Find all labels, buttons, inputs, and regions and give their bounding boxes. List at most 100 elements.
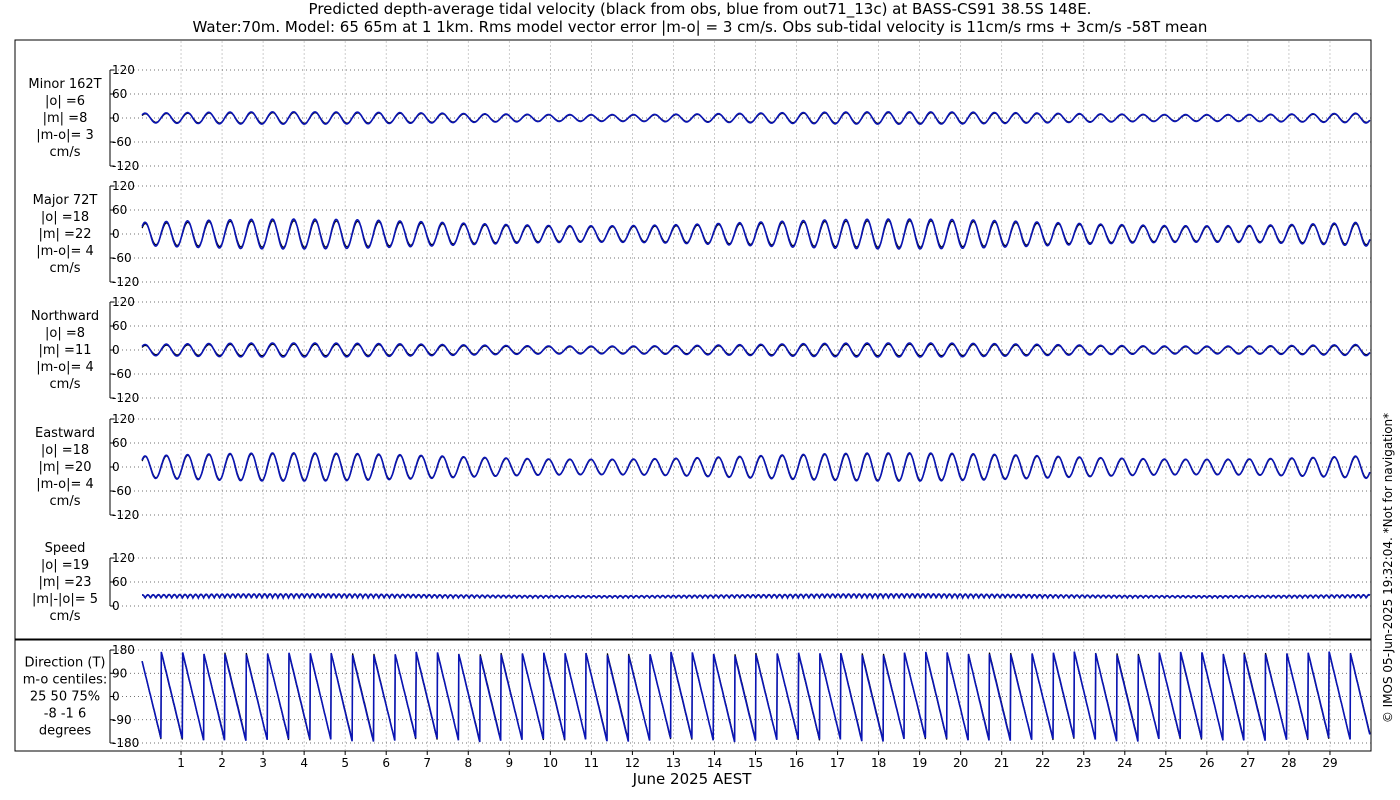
major-stat-label: |o| =18: [41, 210, 89, 225]
speed-stat-label: |m|-|o|= 5: [32, 592, 98, 607]
eastward-y-tick-label: 60: [112, 436, 127, 450]
northward-y-tick-label: 60: [112, 319, 127, 333]
x-tick-label: 6: [382, 756, 390, 770]
eastward-y-tick-label: 0: [112, 460, 120, 474]
direction-stat-label: -8 -1 6: [44, 707, 86, 722]
minor-y-tick-label: 60: [112, 87, 127, 101]
x-axis: 1 2 3 4 5 6 7 8 9 10 11 12 13 14 15 16 17 18 19 20 21 22 23 24 2…: [177, 751, 1338, 770]
minor-y-tick-label: -120: [112, 159, 139, 173]
major-stat-label: Major 72T: [33, 193, 98, 208]
x-tick-label: 28: [1281, 756, 1296, 770]
x-tick-label: 21: [994, 756, 1009, 770]
northward-stat-label: |m| =11: [39, 343, 92, 358]
x-tick-label: 2: [218, 756, 226, 770]
eastward-stat-label: |o| =18: [41, 443, 89, 458]
panel-eastward: 120 60 0 -60 -120 Eastward |o| =18 |m| =20 |m-o|…: [35, 412, 1371, 522]
x-tick-label: 1: [177, 756, 185, 770]
major-y-tick-label: -60: [112, 251, 132, 265]
minor-stat-label: Minor 162T: [28, 77, 101, 92]
direction-stat-label: degrees: [39, 724, 92, 739]
upper-panels-frame: [14, 39, 1372, 640]
northward-stat-label: Northward: [31, 309, 99, 324]
panel-speed: 120 60 0 Speed |o| =19 |m| =23 |m|-|o|= 5 cm/s: [32, 541, 1371, 624]
panel-direction: 180 90 0 -90 -180 Direction (T) m-o centiles: 2…: [23, 643, 1371, 750]
panel-major: 120 60 0 -60 -120 Major 72T |o| =18 |m| =22 |m-o…: [33, 179, 1371, 289]
x-tick-label: 12: [625, 756, 640, 770]
panels-layer: 120 60 0 -60 -120 Minor 162T |o| =6 |m| =8 |m-o|…: [23, 41, 1371, 750]
direction-stat-label: 25 50 75%: [30, 690, 100, 705]
x-tick-label: 15: [748, 756, 763, 770]
minor-stat-label: |m| =8: [43, 111, 88, 126]
x-tick-label: 29: [1322, 756, 1337, 770]
x-tick-label: 4: [300, 756, 308, 770]
speed-y-tick-label: 60: [112, 575, 127, 589]
copyright-notice: © IMOS 05-Jun-2025 19:32:04. *Not for na…: [1381, 413, 1395, 723]
figure-title-line-2: Water:70m. Model: 65 65m at 1 1km. Rms m…: [193, 18, 1208, 36]
x-tick-label: 14: [707, 756, 722, 770]
northward-stat-label: |m-o|= 4: [36, 360, 94, 375]
eastward-y-tick-label: -60: [112, 484, 132, 498]
direction-y-tick-label: 90: [112, 666, 127, 680]
x-tick-label: 10: [543, 756, 558, 770]
x-tick-label: 11: [584, 756, 599, 770]
direction-y-tick-label: 180: [112, 643, 135, 657]
major-stat-label: |m| =22: [39, 227, 92, 242]
eastward-stat-label: |m| =20: [39, 460, 92, 475]
x-tick-label: 13: [666, 756, 681, 770]
x-tick-label: 25: [1158, 756, 1173, 770]
major-y-tick-label: 60: [112, 203, 127, 217]
northward-y-tick-label: -60: [112, 367, 132, 381]
direction-stat-label: Direction (T): [25, 656, 106, 671]
direction-y-tick-label: -90: [112, 713, 132, 727]
speed-stat-label: |m| =23: [39, 575, 92, 590]
x-tick-label: 5: [341, 756, 349, 770]
eastward-stat-label: Eastward: [35, 426, 95, 441]
speed-y-tick-label: 120: [112, 551, 135, 565]
major-y-tick-label: -120: [112, 275, 139, 289]
minor-y-tick-label: 120: [112, 63, 135, 77]
northward-y-tick-label: -120: [112, 391, 139, 405]
eastward-y-tick-label: 120: [112, 412, 135, 426]
major-y-tick-label: 120: [112, 179, 135, 193]
minor-y-tick-label: -60: [112, 135, 132, 149]
major-y-tick-label: 0: [112, 227, 120, 241]
x-tick-label: 8: [464, 756, 472, 770]
panel-northward: 120 60 0 -60 -120 Northward |o| =8 |m| =11 |m-o|…: [31, 295, 1371, 405]
panel-minor: 120 60 0 -60 -120 Minor 162T |o| =6 |m| =8 |m-o|…: [28, 63, 1371, 173]
minor-y-tick-label: 0: [112, 111, 120, 125]
speed-stat-label: cm/s: [50, 609, 81, 624]
speed-model-series-line: [141, 593, 1371, 601]
northward-y-tick-label: 0: [112, 343, 120, 357]
x-tick-label: 9: [505, 756, 513, 770]
speed-stat-label: Speed: [45, 541, 86, 556]
x-tick-label: 24: [1117, 756, 1132, 770]
direction-stat-label: m-o centiles:: [23, 673, 108, 688]
northward-y-tick-label: 120: [112, 295, 135, 309]
x-tick-label: 20: [953, 756, 968, 770]
northward-stat-label: |o| =8: [45, 326, 85, 341]
tidal-velocity-figure: Predicted depth-average tidal velocity (…: [14, 0, 1395, 788]
x-tick-label: 23: [1076, 756, 1091, 770]
x-tick-label: 7: [423, 756, 431, 770]
x-tick-label: 19: [912, 756, 927, 770]
major-stat-label: |m-o|= 4: [36, 244, 94, 259]
eastward-stat-label: |m-o|= 4: [36, 477, 94, 492]
x-tick-label: 22: [1035, 756, 1050, 770]
x-tick-label: 27: [1240, 756, 1255, 770]
eastward-stat-label: cm/s: [50, 494, 81, 509]
northward-stat-label: cm/s: [50, 377, 81, 392]
direction-y-tick-label: -180: [112, 736, 139, 750]
direction-y-tick-label: 0: [112, 690, 120, 704]
x-tick-label: 3: [259, 756, 267, 770]
x-axis-label: June 2025 AEST: [632, 770, 753, 788]
major-stat-label: cm/s: [50, 261, 81, 276]
minor-stat-label: |o| =6: [45, 94, 85, 109]
eastward-y-tick-label: -120: [112, 508, 139, 522]
minor-stat-label: |m-o|= 3: [36, 128, 94, 143]
minor-stat-label: cm/s: [50, 145, 81, 160]
x-tick-label: 16: [789, 756, 804, 770]
speed-stat-label: |o| =19: [41, 558, 89, 573]
x-tick-label: 26: [1199, 756, 1214, 770]
figure-title-line-1: Predicted depth-average tidal velocity (…: [309, 0, 1092, 19]
x-tick-label: 17: [830, 756, 845, 770]
